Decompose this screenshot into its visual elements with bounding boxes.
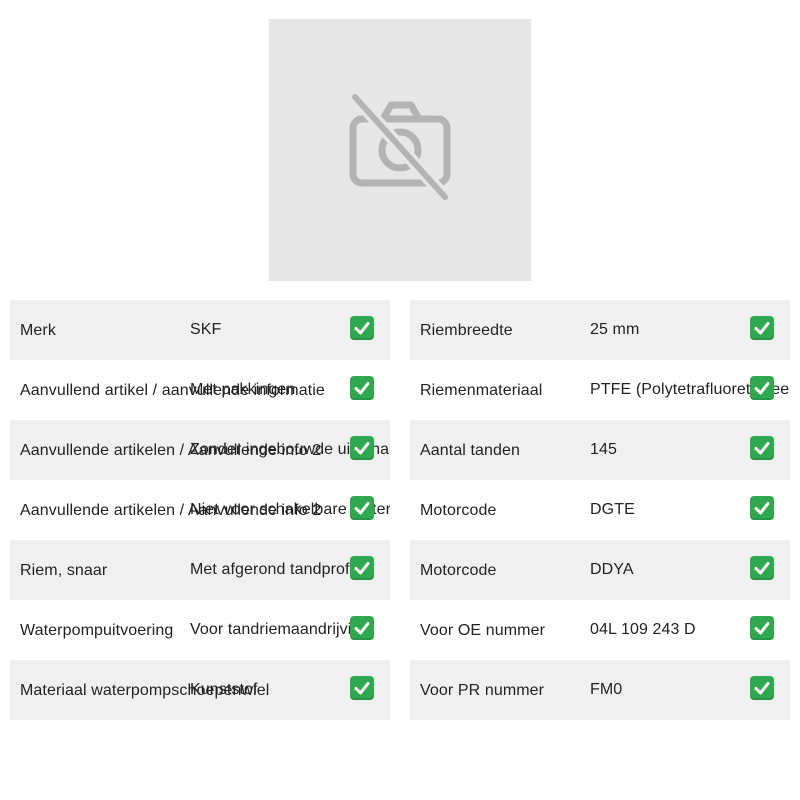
- check-mark-icon: [350, 376, 374, 400]
- check-mark-icon: [750, 436, 774, 460]
- check-mark-icon: [750, 316, 774, 340]
- table-row: Motorcode DDYA: [410, 540, 790, 600]
- check-mark-icon: [750, 676, 774, 700]
- table-row: Voor OE nummer 04L 109 243 D: [410, 600, 790, 660]
- check-mark-icon: [350, 616, 374, 640]
- spec-value: SKF: [190, 321, 222, 338]
- table-row: Merk SKF: [10, 300, 390, 360]
- spec-value: DDYA: [590, 561, 634, 578]
- spec-value: Voor tandriemaandrijving: [190, 621, 370, 638]
- spec-label: Riem, snaar: [20, 562, 108, 579]
- spec-label: Riemenmateriaal: [420, 382, 543, 399]
- check-mark-icon: [350, 436, 374, 460]
- spec-label: Voor PR nummer: [420, 682, 545, 699]
- specs-table-right: Riembreedte 25 mm Riemenmateriaal PTFE (…: [410, 300, 790, 720]
- spec-label: Waterpompuitvoering: [20, 622, 174, 639]
- spec-value: DGTE: [590, 501, 635, 518]
- spec-value: FM0: [590, 681, 623, 698]
- table-row: Aanvullend artikel / aanvullende informa…: [10, 360, 390, 420]
- no-camera-icon: [345, 92, 455, 208]
- table-row: Aanvullende artikelen / Aanvullende info…: [10, 480, 390, 540]
- table-row: Riemenmateriaal PTFE (Polytetrafluorethy…: [410, 360, 790, 420]
- spec-label: Voor OE nummer: [420, 622, 546, 639]
- check-mark-icon: [350, 496, 374, 520]
- table-row: Aantal tanden 145: [410, 420, 790, 480]
- check-mark-icon: [350, 316, 374, 340]
- check-mark-icon: [750, 556, 774, 580]
- spec-value: 04L 109 243 D: [590, 621, 696, 638]
- check-mark-icon: [350, 556, 374, 580]
- spec-label: Motorcode: [420, 502, 497, 519]
- check-mark-icon: [750, 376, 774, 400]
- check-mark-icon: [750, 496, 774, 520]
- spec-label: Merk: [20, 322, 56, 339]
- spec-value: Kunststof: [190, 681, 258, 698]
- spec-value: Met afgerond tandprofiel: [190, 561, 366, 578]
- table-row: Voor PR nummer FM0: [410, 660, 790, 720]
- table-row: Motorcode DGTE: [410, 480, 790, 540]
- table-row: Materiaal waterpompschoepenwiel Kunststo…: [10, 660, 390, 720]
- spec-value: 145: [590, 441, 617, 458]
- spec-value: 25 mm: [590, 321, 640, 338]
- table-row: Riembreedte 25 mm: [410, 300, 790, 360]
- table-row: Aanvullende artikelen / Aanvullende info…: [10, 420, 390, 480]
- check-mark-icon: [750, 616, 774, 640]
- product-image-placeholder: [269, 19, 531, 281]
- table-row: Riem, snaar Met afgerond tandprofiel: [10, 540, 390, 600]
- spec-label: Motorcode: [420, 562, 497, 579]
- table-row: Waterpompuitvoering Voor tandriemaandrij…: [10, 600, 390, 660]
- check-mark-icon: [350, 676, 374, 700]
- specs-table-left: Merk SKF Aanvullend artikel / aanvullend…: [10, 300, 390, 720]
- spec-label: Aantal tanden: [420, 442, 521, 459]
- spec-label: Riembreedte: [420, 322, 513, 339]
- spec-value: Met pakkingen: [190, 381, 296, 398]
